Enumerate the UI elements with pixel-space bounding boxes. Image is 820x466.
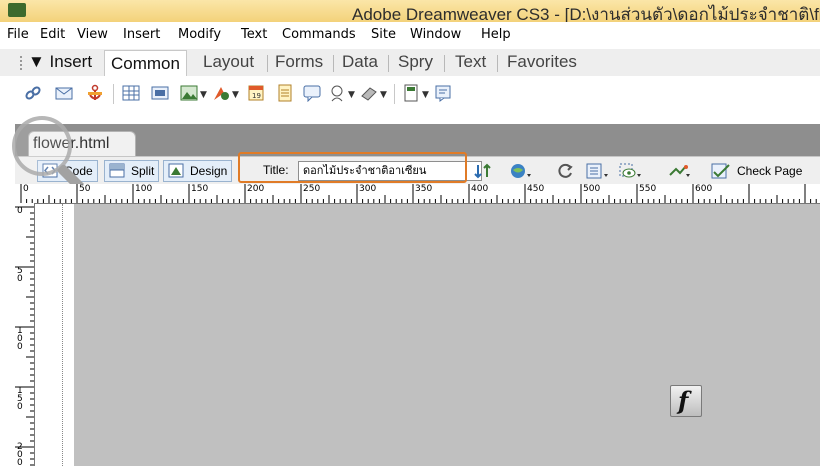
menu-help[interactable]: Help [481, 27, 511, 42]
toolbar-separator [394, 84, 395, 104]
tab-forms[interactable]: Forms [275, 52, 323, 72]
check-page-icon[interactable] [711, 163, 731, 179]
preview-browser-icon[interactable] [509, 163, 533, 179]
design-view-button[interactable]: Design [163, 160, 233, 182]
check-page-button[interactable]: Check Page [737, 164, 802, 178]
ruler-label: 350 [415, 184, 433, 194]
menu-modify[interactable]: Modify [178, 27, 221, 42]
chevron-down-icon[interactable]: ▼ [422, 90, 429, 100]
design-view-icon [168, 163, 184, 178]
vertical-ruler: 0 50 100 150 200 [15, 203, 35, 466]
ruler-label: 50 [17, 266, 23, 284]
window-title: Adobe Dreamweaver CS3 - [D:\งานส่วนตัว\ด… [352, 5, 820, 22]
split-view-button[interactable]: Split [104, 160, 160, 182]
ruler-label: 200 [17, 442, 23, 466]
refresh-icon[interactable] [557, 163, 573, 179]
tab-common[interactable]: Common [104, 50, 187, 76]
menu-site[interactable]: Site [371, 27, 396, 42]
ruler-label: 0 [17, 206, 23, 216]
script-icon[interactable] [360, 84, 378, 102]
split-view-label: Split [131, 164, 155, 178]
tab-separator [444, 55, 445, 72]
insert-panel-label[interactable]: ▼ Insert [28, 52, 92, 72]
ruler-label: 200 [247, 184, 265, 194]
named-anchor-icon[interactable] [86, 84, 104, 102]
view-options-icon[interactable] [586, 163, 610, 179]
menu-edit[interactable]: Edit [40, 27, 65, 42]
split-view-icon [109, 163, 125, 178]
ruler-label: 150 [191, 184, 209, 194]
menu-bar: File Edit View Insert Modify Text Comman… [0, 24, 820, 46]
tab-separator [333, 55, 334, 72]
ruler-label: 300 [359, 184, 377, 194]
panel-grip-icon[interactable] [20, 56, 26, 70]
menu-file[interactable]: File [7, 27, 29, 42]
visual-aids-icon[interactable] [619, 163, 643, 179]
ruler-label: 600 [695, 184, 713, 194]
layout-guide [62, 204, 63, 466]
table-icon[interactable] [122, 84, 140, 102]
ruler-label: 50 [79, 184, 91, 194]
ruler-label: 100 [17, 326, 23, 352]
dreamweaver-app-icon [8, 3, 26, 17]
menu-insert[interactable]: Insert [123, 27, 160, 42]
tag-chooser-icon[interactable] [434, 84, 452, 102]
head-icon[interactable] [328, 84, 346, 102]
insert-bar: ▼ Insert Common Layout Forms Data Spry T… [0, 49, 820, 76]
file-management-icon[interactable] [473, 163, 495, 179]
svg-text:19: 19 [252, 92, 261, 100]
email-link-icon[interactable] [55, 84, 73, 102]
div-icon[interactable] [151, 84, 169, 102]
ruler-label: 250 [303, 184, 321, 194]
validate-markup-icon[interactable] [668, 163, 692, 179]
ruler-label: 450 [527, 184, 545, 194]
design-canvas[interactable] [35, 204, 820, 466]
comment-icon[interactable] [303, 84, 321, 102]
ruler-label: 550 [639, 184, 657, 194]
ruler-label: 500 [583, 184, 601, 194]
tab-layout[interactable]: Layout [203, 52, 254, 72]
menu-text[interactable]: Text [241, 27, 267, 42]
chevron-down-icon[interactable]: ▼ [232, 90, 239, 100]
ruler-label: 100 [135, 184, 153, 194]
tab-separator [267, 55, 268, 72]
insert-icon-toolbar: ▼ ▼ 19 ▼ ▼ ▼ [0, 76, 820, 110]
media-icon[interactable] [212, 84, 230, 102]
chevron-down-icon[interactable]: ▼ [348, 90, 355, 100]
date-icon[interactable]: 19 [247, 84, 265, 102]
server-include-icon[interactable] [276, 84, 294, 102]
ruler-label: 400 [471, 184, 489, 194]
tab-data[interactable]: Data [342, 52, 378, 72]
page-margin [35, 204, 74, 466]
templates-icon[interactable] [402, 84, 420, 102]
hyperlink-icon[interactable] [24, 84, 42, 102]
horizontal-ruler: 0 50 100 150 200 250 300 350 400 450 500… [15, 184, 820, 204]
tab-text[interactable]: Text [455, 52, 486, 72]
menu-view[interactable]: View [77, 27, 108, 42]
title-highlight-box [238, 152, 467, 183]
flash-icon[interactable]: f [670, 385, 702, 417]
tab-favorites[interactable]: Favorites [507, 52, 577, 72]
design-view-label: Design [190, 164, 228, 178]
ruler-label: 0 [23, 184, 29, 194]
chevron-down-icon[interactable]: ▼ [380, 90, 387, 100]
tab-spry[interactable]: Spry [398, 52, 433, 72]
image-icon[interactable] [180, 84, 198, 102]
menu-commands[interactable]: Commands [282, 27, 356, 42]
toolbar-separator [113, 84, 114, 104]
tab-separator [497, 55, 498, 72]
tab-separator [388, 55, 389, 72]
chevron-down-icon[interactable]: ▼ [200, 90, 207, 100]
window-title-bar: Adobe Dreamweaver CS3 - [D:\งานส่วนตัว\ด… [0, 0, 820, 22]
menu-window[interactable]: Window [410, 27, 461, 42]
ruler-label: 150 [17, 386, 23, 412]
toolbar-gap [0, 110, 820, 124]
